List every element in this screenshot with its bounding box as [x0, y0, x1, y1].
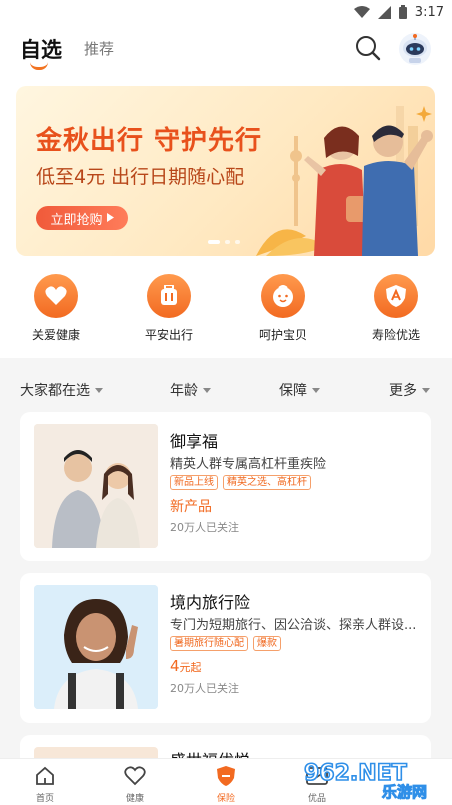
- shield-a-icon: [374, 274, 418, 318]
- shortcut-label: 关爱健康: [31, 328, 80, 342]
- arrow-right-icon: [106, 211, 114, 226]
- nav-health[interactable]: 健康: [105, 765, 165, 804]
- product-price: 新产品: [170, 499, 212, 515]
- shield-icon: [215, 765, 237, 787]
- traveler-photo: [34, 585, 158, 709]
- banner-section: 金秋出行 守护先行 低至4元 出行日期随心配 立即抢购: [0, 76, 452, 266]
- product-title: 境内旅行险: [170, 593, 251, 612]
- product-tag: 暑期旅行随心配: [170, 636, 248, 651]
- follow-count: 20万人已关注: [170, 521, 239, 534]
- banner-title: 金秋出行 守护先行: [36, 126, 263, 156]
- filter-more[interactable]: 更多: [389, 380, 430, 400]
- nav-label: 首页: [35, 794, 54, 804]
- heart-icon: [34, 274, 78, 318]
- shortcut-label: 寿险优选: [371, 328, 420, 342]
- buy-now-label: 立即抢购: [50, 212, 103, 228]
- product-tags: 暑期旅行随心配 爆款: [170, 636, 281, 651]
- product-tag: 新品上线: [170, 475, 218, 490]
- travel-couple-illustration: [246, 86, 435, 256]
- luggage-icon: [147, 274, 191, 318]
- top-header: 自选 推荐: [0, 24, 452, 76]
- banner-subtitle: 低至4元 出行日期随心配: [36, 166, 245, 188]
- active-tab-indicator: [30, 62, 48, 70]
- status-bar: 3:17: [0, 0, 452, 24]
- product-title: 御享福: [170, 432, 219, 451]
- filter-label: 保障: [279, 383, 307, 399]
- filter-bar: 大家都在选 年龄 保障 更多: [0, 366, 452, 410]
- battery-icon: [398, 5, 407, 19]
- baby-face-icon: [261, 274, 305, 318]
- heart-outline-icon: [124, 765, 146, 787]
- shortcut-label: 平安出行: [144, 328, 193, 342]
- product-tags: 新品上线 精英之选、高杠杆: [170, 475, 311, 490]
- site-watermark: 962.NET 乐游网: [300, 760, 450, 801]
- product-tag: 精英之选、高杠杆: [223, 475, 311, 490]
- nav-label: 健康: [125, 794, 144, 804]
- caret-down-icon: [312, 387, 320, 393]
- product-card[interactable]: 境内旅行险 专门为短期旅行、因公洽谈、探亲人群设... 暑期旅行随心配 爆款 4…: [20, 573, 431, 723]
- tab-self-selected[interactable]: 自选: [20, 34, 62, 64]
- wifi-icon: [353, 6, 370, 18]
- svg-text:乐游网: 乐游网: [382, 783, 427, 800]
- nav-label: 保险: [216, 794, 235, 804]
- shortcut-travel[interactable]: 平安出行: [124, 274, 214, 343]
- filter-label: 年龄: [170, 383, 198, 399]
- product-description: 精英人群专属高杠杆重疾险: [170, 457, 327, 472]
- product-tag: 爆款: [253, 636, 281, 651]
- caret-down-icon: [203, 387, 211, 393]
- nav-insurance[interactable]: 保险: [196, 765, 256, 804]
- product-price: 4元起: [170, 657, 202, 675]
- price-number: 4: [170, 657, 180, 675]
- promo-banner[interactable]: 金秋出行 守护先行 低至4元 出行日期随心配 立即抢购: [16, 86, 435, 256]
- shortcut-health[interactable]: 关爱健康: [11, 274, 101, 343]
- app-screen: 3:17 自选 推荐 金秋出行 守护先行 低至4元 出行日期随心配 立即抢购 关…: [0, 0, 452, 805]
- price-unit: 元起: [179, 661, 202, 674]
- filter-age[interactable]: 年龄: [170, 380, 211, 400]
- shortcut-life[interactable]: 寿险优选: [351, 274, 441, 343]
- couple-photo: [34, 424, 158, 548]
- banner-pagination: [208, 240, 240, 244]
- signal-icon: [377, 5, 391, 19]
- pagination-dot-active: [208, 240, 220, 244]
- filter-popular[interactable]: 大家都在选: [20, 380, 103, 400]
- filter-label: 大家都在选: [20, 383, 90, 399]
- category-shortcuts: 关爱健康 平安出行 呵护宝贝 寿险优选: [0, 266, 452, 358]
- caret-down-icon: [95, 387, 103, 393]
- status-time: 3:17: [414, 4, 444, 20]
- nav-home[interactable]: 首页: [15, 765, 75, 804]
- product-description: 专门为短期旅行、因公洽谈、探亲人群设...: [170, 618, 417, 633]
- tab-recommend[interactable]: 推荐: [84, 38, 114, 59]
- search-icon[interactable]: [354, 34, 382, 62]
- buy-now-button[interactable]: 立即抢购: [36, 206, 128, 230]
- pagination-dot: [225, 240, 230, 244]
- caret-down-icon: [422, 387, 430, 393]
- filter-coverage[interactable]: 保障: [279, 380, 320, 400]
- follow-count: 20万人已关注: [170, 682, 239, 695]
- pagination-dot: [235, 240, 240, 244]
- home-icon: [34, 765, 56, 787]
- shortcut-label: 呵护宝贝: [258, 328, 307, 342]
- filter-label: 更多: [389, 383, 417, 399]
- shortcut-baby[interactable]: 呵护宝贝: [238, 274, 328, 343]
- product-card[interactable]: 御享福 精英人群专属高杠杆重疾险 新品上线 精英之选、高杠杆 新产品 20万人已…: [20, 412, 431, 561]
- robot-avatar-icon[interactable]: [398, 32, 432, 66]
